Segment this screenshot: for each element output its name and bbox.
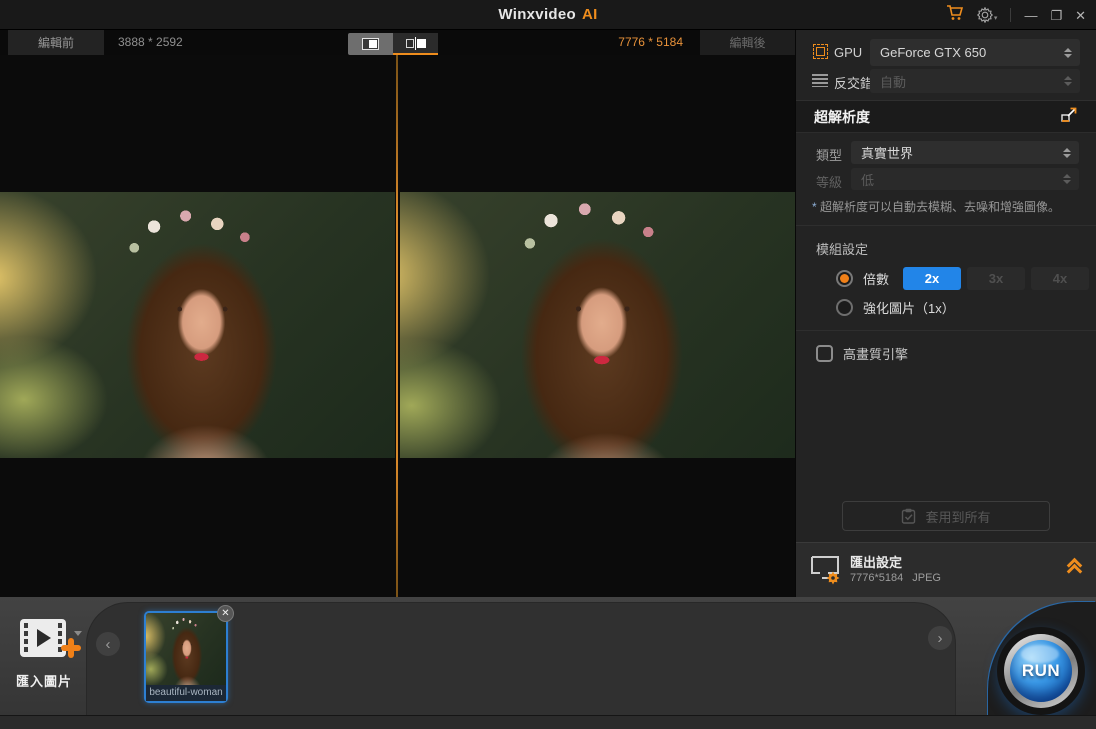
preview-after-image bbox=[400, 192, 795, 458]
app-title: Winxvideo AI bbox=[0, 0, 1096, 30]
cart-icon[interactable] bbox=[946, 5, 964, 26]
thumbnail-filename: beautiful-woman bbox=[146, 685, 226, 701]
updown-chevron-icon bbox=[1064, 48, 1072, 58]
enhance-radio[interactable] bbox=[836, 299, 853, 316]
separator bbox=[796, 225, 1096, 226]
status-bar bbox=[0, 715, 1096, 729]
minimize-button[interactable]: — bbox=[1024, 9, 1037, 22]
multiplier-radio-row: 倍數 2x 3x 4x bbox=[836, 267, 1089, 290]
close-icon: ✕ bbox=[221, 609, 229, 619]
import-image-button[interactable]: 匯入圖片 bbox=[16, 617, 92, 690]
hq-engine-checkbox[interactable] bbox=[816, 345, 833, 362]
clipboard-icon bbox=[901, 508, 916, 524]
run-button-label: RUN bbox=[1022, 661, 1060, 681]
after-resolution: 7776 * 5184 bbox=[618, 30, 683, 55]
split-view-button[interactable] bbox=[393, 33, 438, 55]
scale-4x-button[interactable]: 4x bbox=[1031, 267, 1089, 290]
media-thumbnail[interactable]: beautiful-woman ✕ bbox=[144, 611, 228, 703]
titlebar-divider bbox=[1010, 8, 1011, 22]
module-settings-title: 模組設定 bbox=[816, 239, 868, 258]
level-select[interactable]: 低 bbox=[851, 168, 1079, 190]
super-resolution-header: 超解析度 bbox=[796, 100, 1096, 133]
level-label: 等級 bbox=[816, 172, 842, 191]
scroll-right-button[interactable]: › bbox=[928, 626, 952, 650]
updown-chevron-icon bbox=[1063, 148, 1071, 158]
deinterlace-icon bbox=[812, 74, 828, 87]
updown-chevron-icon bbox=[1064, 76, 1072, 86]
chevron-right-icon: › bbox=[938, 631, 943, 646]
before-resolution: 3888 * 2592 bbox=[118, 30, 183, 55]
updown-chevron-icon bbox=[1063, 174, 1071, 184]
settings-panel: GPU GeForce GTX 650 反交錯 自動 超解析度 類型 真實世界 … bbox=[795, 30, 1096, 597]
preview-area bbox=[0, 55, 795, 597]
expand-icon[interactable] bbox=[1061, 106, 1078, 128]
type-label: 類型 bbox=[816, 145, 842, 164]
hq-engine-row: 高畫質引擎 bbox=[816, 344, 908, 363]
deinterlace-select-value: 自動 bbox=[880, 72, 906, 91]
gpu-select[interactable]: GeForce GTX 650 bbox=[870, 39, 1080, 66]
export-settings-title: 匯出設定 bbox=[850, 552, 902, 571]
gpu-select-value: GeForce GTX 650 bbox=[880, 45, 986, 60]
type-select[interactable]: 真實世界 bbox=[851, 141, 1079, 164]
import-image-label: 匯入圖片 bbox=[16, 671, 92, 690]
single-view-icon bbox=[362, 38, 379, 50]
enhance-radio-row: 強化圖片（1x） bbox=[836, 298, 955, 317]
deinterlace-select[interactable]: 自動 bbox=[870, 69, 1080, 93]
run-button-sphere: RUN bbox=[1010, 640, 1072, 702]
titlebar: Winxvideo AI ▾ — ❐ ✕ bbox=[0, 0, 1096, 30]
scale-2x-button[interactable]: 2x bbox=[903, 267, 961, 290]
enhance-label: 強化圖片（1x） bbox=[863, 298, 955, 317]
scale-options: 2x 3x 4x bbox=[903, 267, 1089, 290]
single-view-button[interactable] bbox=[348, 33, 393, 55]
type-select-value: 真實世界 bbox=[861, 143, 913, 162]
settings-gear-icon[interactable]: ▾ bbox=[977, 7, 998, 23]
tab-before-edit[interactable]: 編輯前 bbox=[8, 30, 104, 55]
collapse-chevrons-icon[interactable] bbox=[1069, 560, 1080, 577]
export-settings-icon bbox=[808, 554, 844, 586]
compare-divider[interactable] bbox=[396, 55, 398, 597]
scale-3x-button[interactable]: 3x bbox=[967, 267, 1025, 290]
gpu-chip-icon bbox=[813, 44, 828, 59]
multiplier-radio[interactable] bbox=[836, 270, 853, 287]
preview-before-image bbox=[0, 192, 395, 458]
chevron-left-icon: ‹ bbox=[106, 637, 111, 652]
apply-to-all-button[interactable]: 套用到所有 bbox=[842, 501, 1050, 531]
gear-dropdown-caret: ▾ bbox=[994, 15, 998, 23]
split-view-icon bbox=[406, 37, 426, 50]
level-select-value: 低 bbox=[861, 170, 874, 189]
super-resolution-title: 超解析度 bbox=[814, 107, 870, 127]
app-name-ai: AI bbox=[582, 6, 598, 23]
super-resolution-note: * 超解析度可以自動去模糊、去噪和增強圖像。 bbox=[812, 198, 1090, 215]
export-format: JPEG bbox=[912, 572, 941, 584]
thumbnail-image bbox=[146, 613, 226, 685]
run-button[interactable]: RUN bbox=[997, 627, 1085, 715]
import-image-icon bbox=[16, 617, 82, 663]
maximize-button[interactable]: ❐ bbox=[1050, 9, 1062, 22]
export-resolution: 7776*5184 bbox=[850, 572, 903, 584]
export-settings-summary: 7776*5184 JPEG bbox=[850, 572, 941, 584]
export-settings-bar[interactable]: 匯出設定 7776*5184 JPEG bbox=[796, 542, 1096, 597]
multiplier-label: 倍數 bbox=[863, 269, 889, 288]
thumbnail-close-button[interactable]: ✕ bbox=[217, 605, 234, 622]
deinterlace-label: 反交錯 bbox=[834, 73, 873, 92]
separator bbox=[796, 330, 1096, 331]
media-tray-bar: 匯入圖片 ‹ › beautiful-woman ✕ bbox=[0, 597, 1096, 715]
note-text: 超解析度可以自動去模糊、去噪和增強圖像。 bbox=[820, 200, 1060, 214]
app-name: Winxvideo bbox=[498, 6, 576, 23]
view-mode-toggle bbox=[348, 33, 438, 55]
close-button[interactable]: ✕ bbox=[1075, 9, 1086, 22]
hq-engine-label: 高畫質引擎 bbox=[843, 344, 908, 363]
gpu-label: GPU bbox=[834, 45, 862, 60]
tab-after-edit[interactable]: 編輯後 bbox=[700, 30, 795, 55]
scroll-left-button[interactable]: ‹ bbox=[96, 632, 120, 656]
run-button-ring: RUN bbox=[1004, 634, 1078, 708]
note-asterisk: * bbox=[812, 200, 817, 214]
apply-to-all-label: 套用到所有 bbox=[925, 507, 990, 526]
compare-toolbar: 編輯前 3888 * 2592 7776 * 5184 編輯後 bbox=[0, 30, 795, 55]
